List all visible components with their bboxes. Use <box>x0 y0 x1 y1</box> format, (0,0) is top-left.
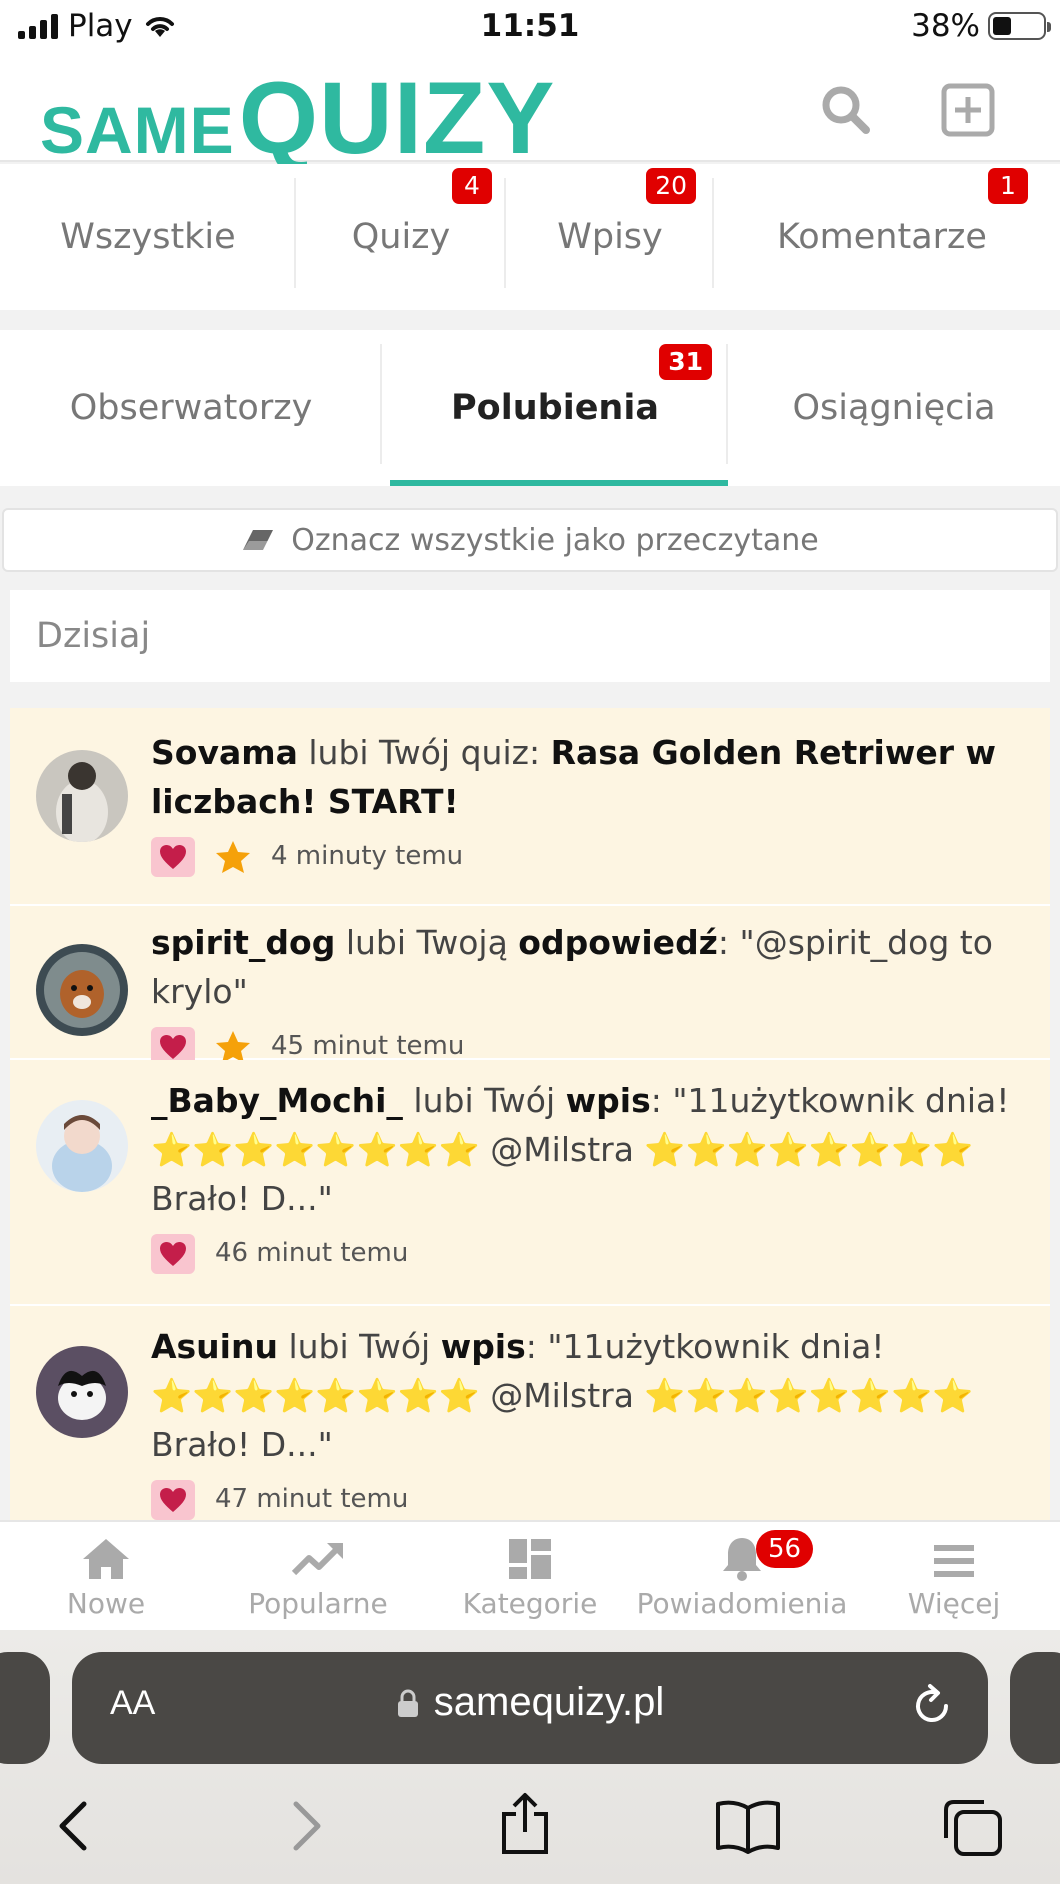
nav-powiadomienia[interactable]: 56 Powiadomienia <box>636 1522 848 1630</box>
avatar[interactable] <box>36 1346 128 1438</box>
tab-wszystkie[interactable]: Wszystkie <box>0 164 296 310</box>
tab-obserwatorzy[interactable]: Obserwatorzy <box>0 330 382 486</box>
quote-text: ⭐⭐⭐⭐⭐⭐⭐⭐ @Milstra ⭐⭐⭐⭐⭐⭐⭐⭐ <box>151 1376 974 1415</box>
trending-icon <box>291 1543 343 1576</box>
reload-icon[interactable] <box>908 1682 956 1730</box>
logo-quizy: QUIZY <box>238 61 556 175</box>
clock: 11:51 <box>480 8 580 44</box>
notification-count-badge: 56 <box>756 1530 814 1568</box>
star-icon <box>216 1030 250 1063</box>
search-icon[interactable] <box>818 82 874 138</box>
nav-nowe[interactable]: Nowe <box>0 1522 212 1630</box>
logo-same: SAME <box>40 93 235 167</box>
browser-toolbar: AA samequizy.pl <box>0 1630 1060 1884</box>
share-icon[interactable] <box>496 1792 554 1856</box>
quote-text: : "11użytkownik dnia! <box>650 1081 1010 1120</box>
post-link[interactable]: wpis <box>441 1327 526 1366</box>
menu-icon <box>934 1545 974 1577</box>
notification-item[interactable]: Asuinu lubi Twój wpis: "11użytkownik dni… <box>10 1306 1050 1520</box>
count-badge: 31 <box>659 344 712 380</box>
tab-label: Obserwatorzy <box>69 388 313 428</box>
count-badge: 20 <box>646 168 696 204</box>
nav-label: Popularne <box>248 1587 388 1620</box>
notification-item[interactable]: Sovama lubi Twój quiz: Rasa Golden Retri… <box>10 708 1050 906</box>
nav-popularne[interactable]: Popularne <box>212 1522 424 1630</box>
back-icon[interactable] <box>50 1798 100 1854</box>
tab-wpisy[interactable]: 20 Wpisy <box>506 164 714 310</box>
address-bar[interactable]: AA samequizy.pl <box>72 1652 988 1764</box>
nav-label: Powiadomienia <box>636 1587 848 1620</box>
tab-osiagniecia[interactable]: Osiągnięcia <box>728 330 1060 486</box>
action-text: lubi Twój <box>277 1327 441 1366</box>
heart-icon <box>151 836 195 877</box>
post-link[interactable]: wpis <box>566 1081 651 1120</box>
tab-komentarze[interactable]: 1 Komentarze <box>714 164 1050 310</box>
mark-all-label: Oznacz wszystkie jako przeczytane <box>291 522 819 558</box>
tab-polubienia[interactable]: 31 Polubienia <box>382 330 728 486</box>
action-text: lubi Twoją <box>335 923 519 962</box>
quote-text: ⭐⭐⭐⭐⭐⭐⭐⭐ @Milstra ⭐⭐⭐⭐⭐⭐⭐⭐ <box>151 1130 974 1169</box>
next-tab-preview[interactable] <box>1010 1652 1060 1764</box>
count-badge: 1 <box>988 168 1028 204</box>
url-text: samequizy.pl <box>433 1680 665 1724</box>
quote-text: Brało! D..." <box>151 1179 333 1218</box>
heart-icon <box>151 1479 195 1520</box>
timestamp: 4 minuty temu <box>271 841 464 871</box>
tab-label: Komentarze <box>777 217 987 257</box>
day-section-header: Dzisiaj <box>10 590 1050 682</box>
nav-label: Więcej <box>907 1587 1001 1620</box>
forward-icon[interactable] <box>280 1798 330 1854</box>
nav-wiecej[interactable]: Więcej <box>848 1522 1060 1630</box>
home-icon <box>83 1539 129 1579</box>
tab-quizy[interactable]: 4 Quizy <box>296 164 506 310</box>
tab-label: Quizy <box>351 217 451 257</box>
active-tab-indicator <box>390 480 728 486</box>
site-header: SAME QUIZY <box>0 54 1060 175</box>
notification-item[interactable]: _Baby_Mochi_ lubi Twój wpis: "11użytkown… <box>10 1060 1050 1306</box>
username-link[interactable]: spirit_dog <box>151 923 335 962</box>
quote-text: Brało! D..." <box>151 1425 333 1464</box>
mark-all-read-button[interactable]: Oznacz wszystkie jako przeczytane <box>2 508 1058 572</box>
count-badge: 4 <box>452 168 492 204</box>
tab-label: Wszystkie <box>60 217 236 257</box>
battery-percent: 38% <box>911 8 980 44</box>
action-text: lubi Twój quiz: <box>297 733 551 772</box>
nav-kategorie[interactable]: Kategorie <box>424 1522 636 1630</box>
tabs-icon[interactable] <box>940 1798 1004 1858</box>
notification-list[interactable]: Sovama lubi Twój quiz: Rasa Golden Retri… <box>10 708 1050 1520</box>
action-text: lubi Twój <box>402 1081 566 1120</box>
star-icon <box>216 840 250 873</box>
username-link[interactable]: Asuinu <box>151 1327 278 1366</box>
bookmarks-icon[interactable] <box>714 1798 782 1854</box>
tab-label: Wpisy <box>557 217 663 257</box>
avatar[interactable] <box>36 944 128 1036</box>
quote-text: : "11użytkownik dnia! <box>525 1327 885 1366</box>
grid-icon <box>509 1539 551 1579</box>
username-link[interactable]: Sovama <box>151 733 298 772</box>
previous-tab-preview[interactable] <box>0 1652 50 1764</box>
bottom-navigation: Nowe Popularne Kategorie 56 Powiadomieni… <box>0 1520 1060 1630</box>
timestamp: 47 minut temu <box>215 1484 409 1514</box>
samequizy-logo[interactable]: SAME QUIZY <box>40 60 555 177</box>
tab-label: Osiągnięcia <box>792 388 996 428</box>
notification-category-tabs: Obserwatorzy 31 Polubienia Osiągnięcia <box>0 330 1060 486</box>
avatar[interactable] <box>36 750 128 842</box>
plus-square-icon[interactable] <box>940 82 996 138</box>
notification-item[interactable]: spirit_dog lubi Twoją odpowiedź: "@spiri… <box>10 906 1050 1067</box>
notification-type-tabs: Wszystkie 4 Quizy 20 Wpisy 1 Komentarze <box>0 164 1060 310</box>
eraser-icon <box>243 530 274 550</box>
comment-link[interactable]: odpowiedź <box>518 923 718 962</box>
battery-icon <box>988 12 1051 40</box>
avatar[interactable] <box>36 1100 128 1192</box>
timestamp: 46 minut temu <box>215 1238 409 1268</box>
tab-label: Polubienia <box>451 388 659 428</box>
lock-icon <box>397 1689 418 1717</box>
nav-label: Nowe <box>66 1587 146 1620</box>
heart-icon <box>151 1233 195 1274</box>
status-bar: Play 11:51 38% <box>0 0 1060 54</box>
nav-label: Kategorie <box>462 1587 598 1620</box>
username-link[interactable]: _Baby_Mochi_ <box>151 1081 403 1120</box>
